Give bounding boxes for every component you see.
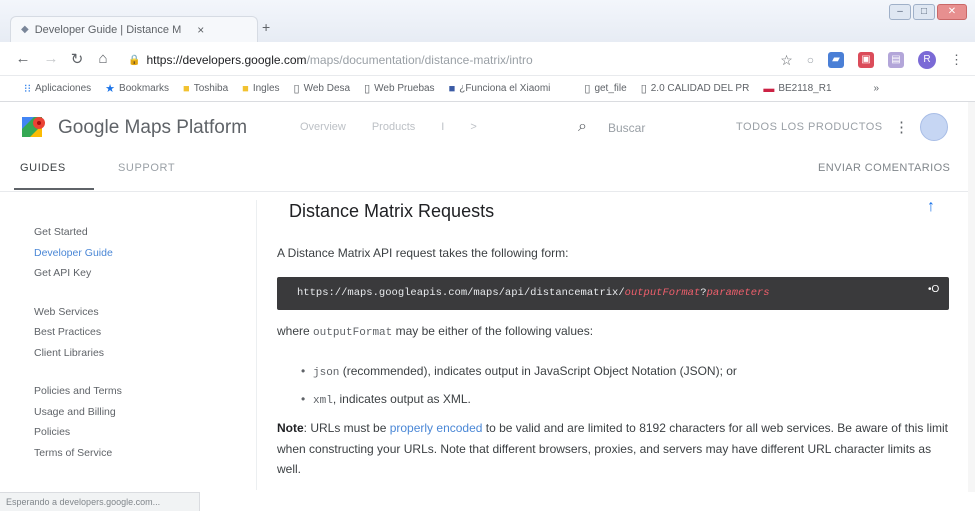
sidebar-divider (256, 200, 257, 490)
status-bar: Esperando a developers.google.com... (0, 492, 200, 511)
site-title[interactable]: Google Maps Platform (58, 117, 247, 139)
bookmark-item[interactable]: ▯ Web Desa (294, 82, 351, 95)
active-tab-indicator (14, 188, 94, 190)
bookmark-item[interactable]: ★ Bookmarks (105, 82, 169, 95)
note-label: Note (277, 421, 304, 435)
url-path: /maps/documentation/distance-matrix/intr… (306, 53, 533, 67)
star-icon: ★ (105, 83, 116, 95)
bookmark-item[interactable]: ■ Toshiba (183, 83, 228, 95)
url-host: https://developers.google.com (146, 53, 307, 67)
intro-text: A Distance Matrix API request takes the … (277, 246, 569, 260)
search-input[interactable]: Buscar (608, 121, 645, 135)
bookmark-item[interactable]: ■ ¿Funciona el Xiaomi (449, 83, 551, 95)
window-controls: – □ ✕ (889, 4, 967, 20)
format-list: json (recommended), indicates output in … (301, 358, 737, 414)
sidebar-item-client-libraries[interactable]: Client Libraries (34, 343, 234, 364)
copy-code-icon[interactable]: •O (928, 284, 939, 295)
extension-circle-icon[interactable]: ○ (807, 53, 814, 67)
close-window-icon[interactable]: ✕ (937, 4, 967, 20)
properly-encoded-link[interactable]: properly encoded (390, 421, 483, 435)
maps-favicon-icon: ◆ (21, 24, 29, 35)
request-url-code: https://maps.googleapis.com/maps/api/dis… (297, 287, 770, 299)
sidebar-heading-web-services: Web Services (34, 305, 99, 318)
user-avatar[interactable] (920, 113, 948, 141)
lock-icon: 🔒 (128, 54, 141, 66)
apps-icon: ⁝⁝ (24, 83, 31, 95)
maximize-icon[interactable]: □ (913, 4, 935, 20)
bookmark-item[interactable]: ⁝⁝ Aplicaciones (24, 82, 91, 95)
page-scrollbar[interactable] (968, 102, 975, 492)
page-icon: ▯ (584, 83, 591, 95)
tab-support[interactable]: SUPPORT (118, 162, 175, 174)
site-nav: Overview Products I > (300, 121, 477, 133)
send-feedback-button[interactable]: ENVIAR COMENTARIOS (818, 162, 950, 174)
tab-title: Developer Guide | Distance M (34, 23, 182, 36)
forward-arrow-icon[interactable]: → (42, 50, 60, 67)
sidebar-item-best-practices[interactable]: Best Practices (34, 322, 234, 343)
page-icon: ▯ (364, 83, 371, 95)
google-maps-logo-icon[interactable] (22, 115, 48, 139)
sidebar-item-get-api-key[interactable]: Get API Key (34, 263, 234, 284)
note-paragraph: Note: URLs must be properly encoded to b… (277, 421, 948, 476)
browser-menu-icon[interactable]: ⋮ (950, 52, 963, 68)
list-item: xml, indicates output as XML. (301, 386, 737, 414)
sidebar-item-get-started[interactable]: Get Started (34, 222, 234, 243)
more-vert-icon[interactable]: ⋮ (894, 118, 909, 136)
page-icon: ▯ (640, 83, 647, 95)
extension-icons: ☆ ○ ▰ ▣ ▤ R ⋮ (780, 51, 963, 69)
sidebar: Get Started Developer Guide Get API Key … (34, 222, 234, 463)
extension-purple-icon[interactable]: ▤ (888, 52, 904, 68)
sidebar-item-developer-guide[interactable]: Developer Guide (34, 243, 234, 264)
all-products-button[interactable]: TODOS LOS PRODUCTOS (736, 121, 883, 133)
sidebar-item-terms-of-service[interactable]: Terms of Service (34, 443, 234, 464)
folder-icon: ■ (183, 82, 190, 95)
site-icon: ▬ (763, 82, 775, 95)
bookmarks-more[interactable]: » (874, 83, 880, 94)
bookmark-item[interactable]: ■ Ingles (242, 83, 279, 95)
extension-blue-icon[interactable]: ▰ (828, 52, 844, 68)
home-icon[interactable]: ⌂ (94, 50, 112, 67)
bookmark-item[interactable]: ▬ BE2118_R1 (763, 83, 831, 95)
bookmark-item[interactable]: ▯ 2.0 CALIDAD DEL PR (641, 82, 750, 95)
extension-red-icon[interactable]: ▣ (858, 52, 874, 68)
new-tab-button[interactable]: + (262, 19, 270, 35)
reload-icon[interactable]: ↻ (68, 50, 86, 68)
sidebar-item-usage-billing[interactable]: Usage and Billing (34, 402, 234, 423)
list-item: json (recommended), indicates output in … (301, 358, 737, 386)
sidebar-heading-policies-terms: Policies and Terms (34, 385, 122, 397)
bookmark-item[interactable]: ▯ get_file (584, 82, 626, 95)
back-to-top-arrow-icon[interactable]: ↑ (927, 198, 935, 216)
profile-avatar[interactable]: R (918, 51, 936, 69)
address-bar[interactable]: 🔒 https://developers.google.com/maps/doc… (128, 49, 768, 71)
inline-code: json (313, 367, 340, 379)
nav-overview[interactable]: Overview (300, 121, 346, 133)
close-tab-icon[interactable]: × (197, 23, 204, 37)
nav-chevron-right-icon[interactable]: > (470, 121, 476, 133)
bookmark-item[interactable]: ▯ Web Pruebas (364, 82, 434, 95)
search-icon[interactable]: ⌕ (578, 118, 587, 136)
minimize-icon[interactable]: – (889, 4, 911, 20)
tab-guides[interactable]: GUIDES (20, 162, 66, 174)
back-arrow-icon[interactable]: ← (14, 50, 32, 67)
nav-more[interactable]: I (441, 121, 444, 133)
page-icon: ▯ (293, 83, 300, 95)
folder-icon: ■ (242, 82, 249, 95)
code-var-parameters: parameters (706, 287, 770, 299)
inline-code: xml (313, 395, 333, 407)
browser-tab[interactable]: ◆ Developer Guide | Distance M × (10, 16, 258, 42)
sidebar-item-policies[interactable]: Policies (34, 422, 234, 443)
page-heading: Distance Matrix Requests (289, 201, 495, 221)
where-text: where outputFormat may be either of the … (277, 324, 594, 339)
nav-products[interactable]: Products (372, 121, 415, 133)
code-var-output-format: outputFormat (624, 287, 701, 299)
inline-code: outputFormat (313, 327, 393, 339)
site-icon: ■ (448, 82, 456, 95)
bookmark-star-icon[interactable]: ☆ (780, 52, 793, 69)
bookmarks-bar: ⁝⁝ Aplicaciones ★ Bookmarks ■ Toshiba ■ Ingl… (0, 76, 975, 102)
